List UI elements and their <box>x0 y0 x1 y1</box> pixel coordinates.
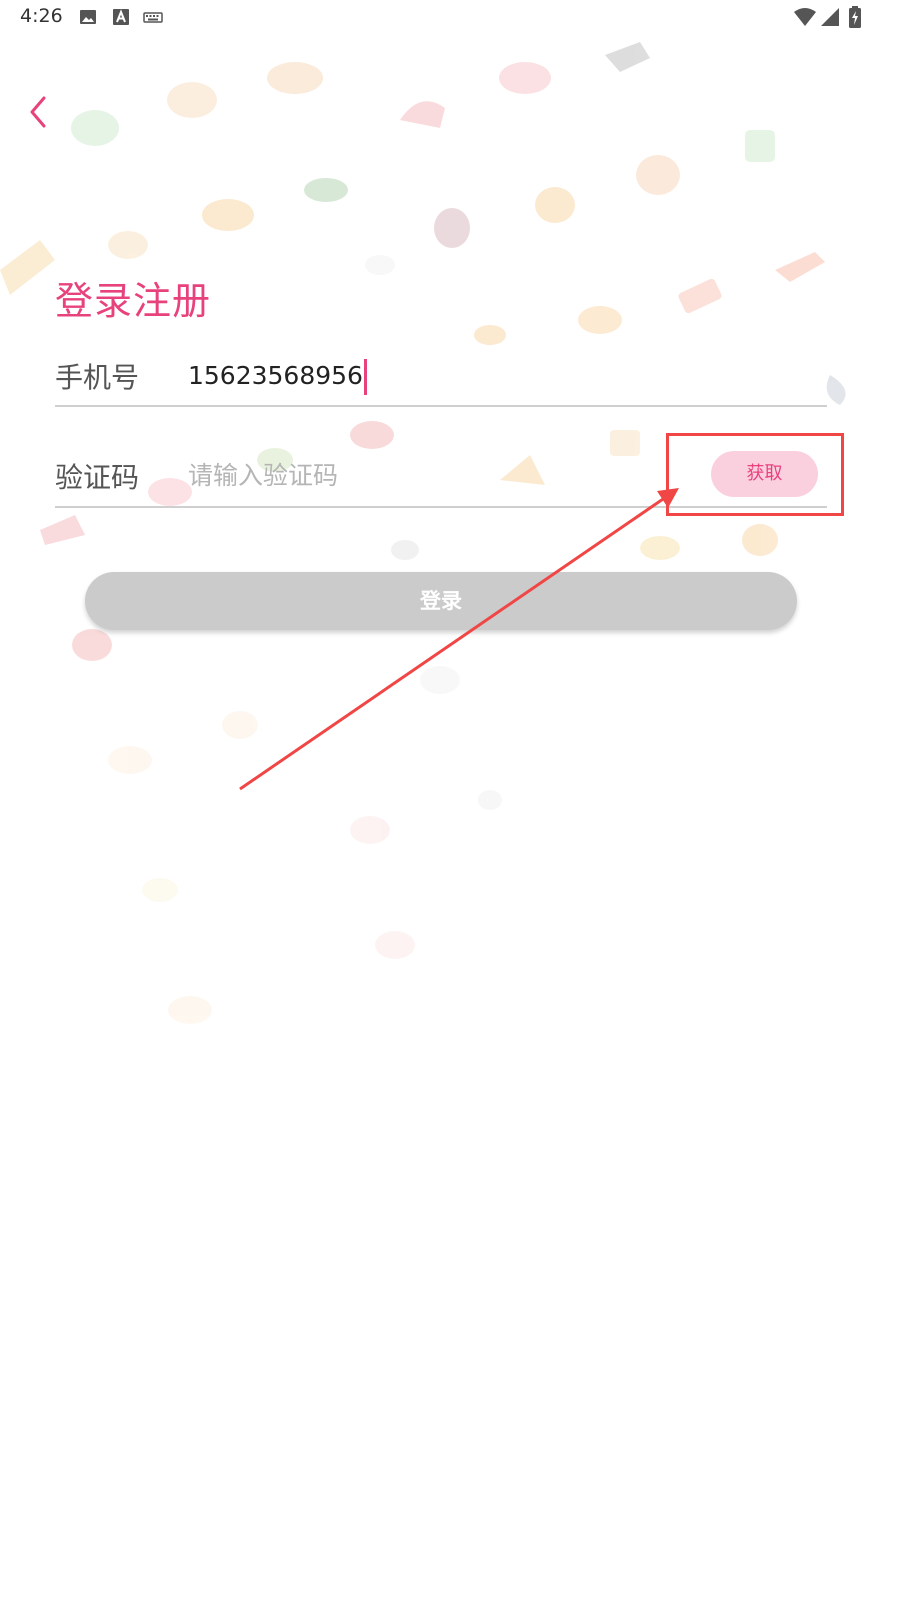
deco-food-19 <box>365 255 395 275</box>
deco-food-29 <box>391 540 419 560</box>
status-time: 4:26 <box>20 5 63 27</box>
phone-input[interactable]: 15623568956 <box>188 356 367 396</box>
deco-food-37 <box>168 996 212 1024</box>
page-title: 登录注册 <box>55 279 212 323</box>
deco-food-11 <box>108 231 148 259</box>
deco-food-13 <box>535 187 575 223</box>
deco-food-21 <box>350 421 394 449</box>
deco-food-9 <box>304 178 348 202</box>
deco-food-5 <box>499 62 551 94</box>
deco-food-6 <box>605 42 650 72</box>
deco-food-14 <box>775 252 825 282</box>
deco-food-30 <box>72 629 112 661</box>
deco-food-1 <box>267 62 323 94</box>
deco-food-34 <box>350 816 390 844</box>
food-pattern-background <box>0 42 846 1024</box>
cell-signal-icon <box>821 8 839 26</box>
deco-food-15 <box>0 240 55 295</box>
deco-food-10 <box>202 199 254 231</box>
deco-food-16 <box>678 278 722 314</box>
deco-food-18 <box>474 325 506 345</box>
deco-food-28 <box>640 536 680 560</box>
chevron-left-icon <box>30 96 46 128</box>
code-input[interactable]: 请输入验证码 <box>188 456 648 496</box>
annotation-arrow-line <box>239 495 667 791</box>
deco-food-38 <box>478 790 502 810</box>
phone-value: 15623568956 <box>188 361 363 390</box>
deco-food-33 <box>222 711 258 739</box>
back-button[interactable] <box>22 90 62 134</box>
deco-food-31 <box>420 666 460 694</box>
text-a-icon <box>113 9 129 25</box>
deco-food-3 <box>71 110 119 146</box>
status-bar: 4:26 <box>0 0 900 36</box>
deco-food-32 <box>108 746 152 774</box>
deco-food-8 <box>636 155 680 195</box>
phone-underline <box>55 405 827 407</box>
phone-label: 手机号 <box>55 361 140 394</box>
annotation-arrowhead <box>657 488 679 508</box>
deco-food-35 <box>142 878 178 902</box>
login-screen: 4:26 登录注册 手机号 15623568956 验证码 请输入验证码 获取 … <box>0 0 900 1600</box>
deco-food-26 <box>148 478 192 506</box>
code-underline <box>55 506 827 508</box>
deco-food-4 <box>400 101 445 128</box>
annotation-arrow <box>239 488 679 791</box>
deco-food-17 <box>578 306 622 334</box>
deco-food-27 <box>742 524 778 556</box>
get-code-button[interactable]: 获取 <box>711 451 818 497</box>
deco-food-12 <box>434 208 470 248</box>
deco-food-25 <box>40 515 85 545</box>
login-button[interactable]: 登录 <box>85 572 797 630</box>
deco-food-36 <box>375 931 415 959</box>
deco-food-7 <box>745 130 775 162</box>
code-label: 验证码 <box>55 461 140 494</box>
battery-charging-icon <box>849 6 861 28</box>
image-icon <box>80 10 96 24</box>
text-caret <box>363 359 367 395</box>
wifi-icon <box>794 8 816 26</box>
deco-food-24 <box>610 430 640 456</box>
deco-food-2 <box>167 82 217 118</box>
deco-food-20 <box>826 375 846 405</box>
keyboard-icon <box>143 12 163 23</box>
